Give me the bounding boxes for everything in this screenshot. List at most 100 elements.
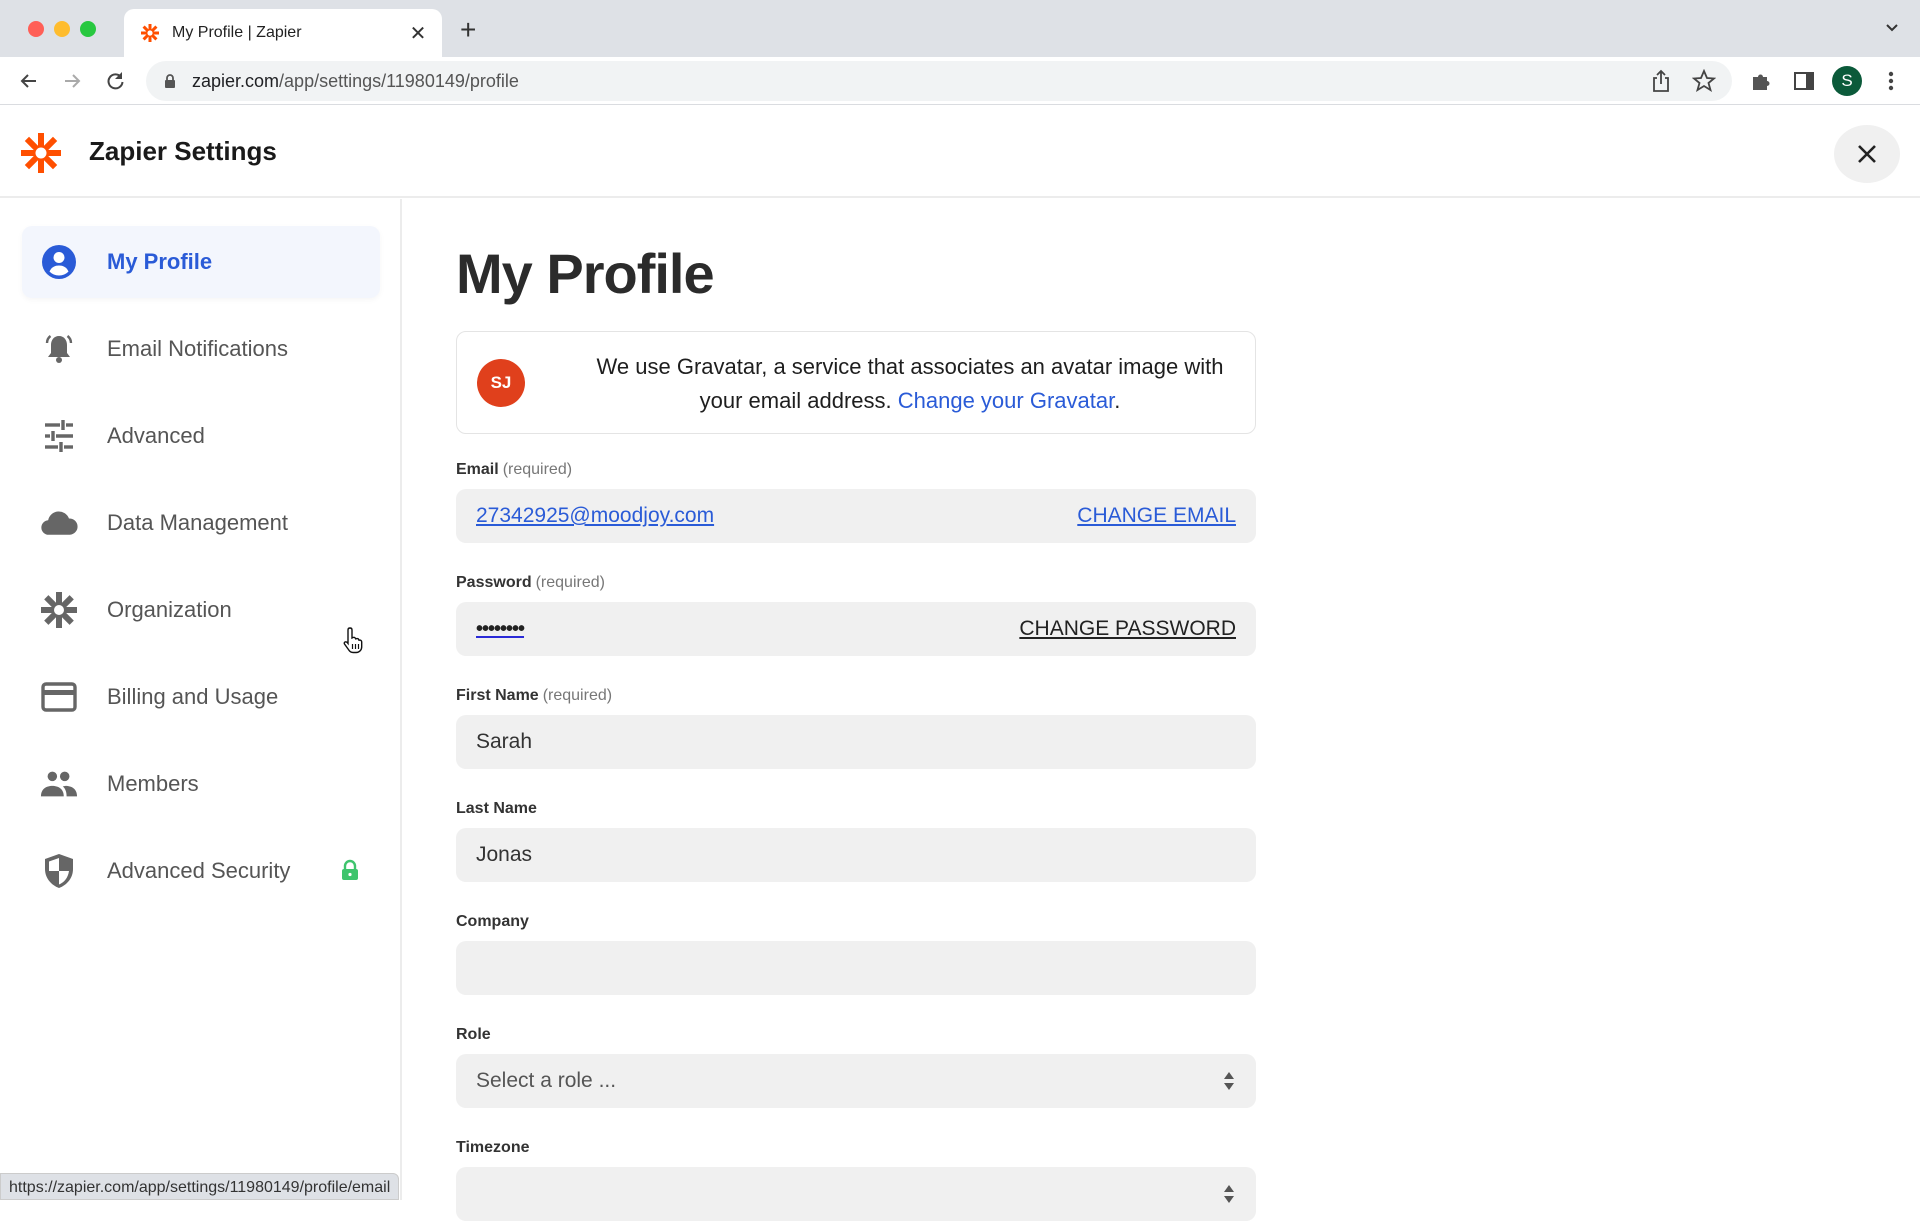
- bell-icon: [40, 330, 78, 368]
- settings-title: Zapier Settings: [89, 136, 277, 166]
- sidebar-item-label: Billing and Usage: [107, 684, 279, 709]
- sidebar-item-organization[interactable]: Organization: [22, 574, 380, 646]
- hand-cursor-icon: [343, 627, 363, 654]
- required-tag: (required): [542, 687, 613, 704]
- sidebar-item-label: My Profile: [107, 249, 213, 274]
- last-name-label: Last Name: [456, 800, 537, 817]
- password-label: Password (required): [456, 574, 605, 592]
- browser-toolbar: zapier.com/app/settings/11980149/profile…: [0, 57, 1920, 105]
- url-text: zapier.com/app/settings/11980149/profile: [192, 71, 519, 92]
- page-title: My Profile: [456, 242, 715, 305]
- required-tag: (required): [502, 461, 573, 478]
- tab-search-chevron-icon[interactable]: [1882, 18, 1902, 38]
- profile-avatar: S: [1832, 66, 1862, 96]
- lock-icon: [165, 74, 175, 88]
- password-value-wrap: ••••••••: [476, 617, 1019, 641]
- url-path: /app/settings/11980149/profile: [279, 70, 519, 91]
- sidebar-item-advanced[interactable]: Advanced: [22, 400, 380, 472]
- new-tab-button[interactable]: +: [460, 16, 476, 44]
- tab-title: My Profile | Zapier: [172, 24, 302, 41]
- first-name-input[interactable]: Sarah: [456, 715, 1256, 769]
- gravatar-info: We use Gravatar, a service that associat…: [577, 350, 1243, 418]
- address-bar[interactable]: zapier.com/app/settings/11980149/profile: [146, 61, 1732, 101]
- window-minimize-button[interactable]: [54, 21, 70, 37]
- forward-button[interactable]: [58, 67, 86, 95]
- side-panel-button[interactable]: [1789, 66, 1819, 96]
- password-value[interactable]: ••••••••: [476, 618, 525, 640]
- asterisk-icon: [40, 591, 78, 629]
- sidebar-item-billing-and-usage[interactable]: Billing and Usage: [22, 661, 380, 733]
- gravatar-suffix: .: [1114, 388, 1121, 413]
- credit-card-icon: [40, 678, 78, 716]
- sidebar-item-advanced-security[interactable]: Advanced Security: [22, 835, 380, 907]
- company-input[interactable]: [456, 941, 1256, 995]
- role-placeholder: Select a role ...: [476, 1069, 617, 1092]
- settings-header: Zapier Settings: [0, 106, 1920, 198]
- shield-icon: [40, 852, 78, 890]
- window-close-button[interactable]: [28, 21, 44, 37]
- role-select[interactable]: Select a role ...: [456, 1054, 1256, 1108]
- people-icon: [40, 765, 78, 803]
- share-icon[interactable]: [1650, 69, 1672, 93]
- email-value[interactable]: 27342925@moodjoy.com: [476, 504, 714, 527]
- avatar: SJ: [477, 359, 525, 407]
- first-name-value: Sarah: [476, 730, 533, 753]
- change-gravatar-link[interactable]: Change your Gravatar: [898, 388, 1114, 413]
- role-label: Role: [456, 1026, 491, 1043]
- timezone-select[interactable]: [456, 1167, 1256, 1221]
- browser-tab[interactable]: My Profile | Zapier ✕: [124, 9, 442, 57]
- email-label-text: Email: [456, 461, 499, 478]
- sidebar-item-label: Organization: [107, 597, 232, 622]
- sidebar-item-members[interactable]: Members: [22, 748, 380, 820]
- sidebar-item-data-management[interactable]: Data Management: [22, 487, 380, 559]
- link-status-bar: https://zapier.com/app/settings/11980149…: [0, 1173, 400, 1200]
- close-settings-button[interactable]: [1834, 125, 1900, 183]
- email-field: 27342925@moodjoy.com CHANGE EMAIL: [456, 489, 1256, 543]
- tab-close-icon[interactable]: ✕: [408, 21, 428, 46]
- sidebar-item-label: Email Notifications: [107, 336, 288, 361]
- close-icon: [1858, 145, 1876, 163]
- select-arrows-icon: [1224, 1185, 1234, 1203]
- cloud-icon: [40, 504, 78, 542]
- change-password-link[interactable]: CHANGE PASSWORD: [1019, 617, 1236, 641]
- arrow-right-icon: [65, 74, 81, 88]
- url-host: zapier.com: [192, 70, 280, 91]
- more-vertical-icon: [1888, 71, 1894, 91]
- first-name-label: First Name (required): [456, 687, 612, 705]
- sidebar-item-my-profile[interactable]: My Profile: [22, 226, 380, 298]
- sidebar-item-label: Advanced: [107, 423, 205, 448]
- reload-button[interactable]: [101, 67, 129, 95]
- sidebar-item-label: Members: [107, 771, 199, 796]
- sliders-icon: [40, 417, 78, 455]
- gravatar-card: SJ We use Gravatar, a service that assoc…: [456, 331, 1256, 434]
- zapier-logo-icon: [21, 133, 61, 173]
- reload-icon: [107, 72, 124, 90]
- extensions-button[interactable]: [1746, 66, 1776, 96]
- sidebar-item-label: Data Management: [107, 510, 288, 535]
- last-name-value: Jonas: [476, 843, 533, 866]
- arrow-left-icon: [20, 74, 36, 88]
- browser-tab-bar: My Profile | Zapier ✕ +: [0, 0, 1920, 57]
- email-label: Email (required): [456, 461, 572, 479]
- back-button[interactable]: [15, 67, 43, 95]
- company-label: Company: [456, 913, 529, 930]
- email-value-wrap: 27342925@moodjoy.com: [476, 504, 1077, 528]
- password-field: •••••••• CHANGE PASSWORD: [456, 602, 1256, 656]
- profile-button[interactable]: S: [1832, 66, 1862, 96]
- password-label-text: Password: [456, 574, 532, 591]
- bookmark-star-icon[interactable]: [1692, 69, 1716, 93]
- last-name-input[interactable]: Jonas: [456, 828, 1256, 882]
- user-circle-icon: [40, 243, 78, 281]
- browser-menu-button[interactable]: [1876, 66, 1906, 96]
- window-maximize-button[interactable]: [80, 21, 96, 37]
- select-arrows-icon: [1224, 1072, 1234, 1090]
- side-panel-icon: [1794, 72, 1814, 90]
- lock-icon: [342, 859, 358, 880]
- first-name-label-text: First Name: [456, 687, 539, 704]
- settings-sidebar: My Profile Email Notifications Advanced …: [0, 199, 402, 1200]
- required-tag: (required): [535, 574, 605, 591]
- puzzle-icon: [1753, 74, 1770, 90]
- timezone-label: Timezone: [456, 1139, 530, 1156]
- sidebar-item-email-notifications[interactable]: Email Notifications: [22, 313, 380, 385]
- change-email-link[interactable]: CHANGE EMAIL: [1077, 504, 1236, 528]
